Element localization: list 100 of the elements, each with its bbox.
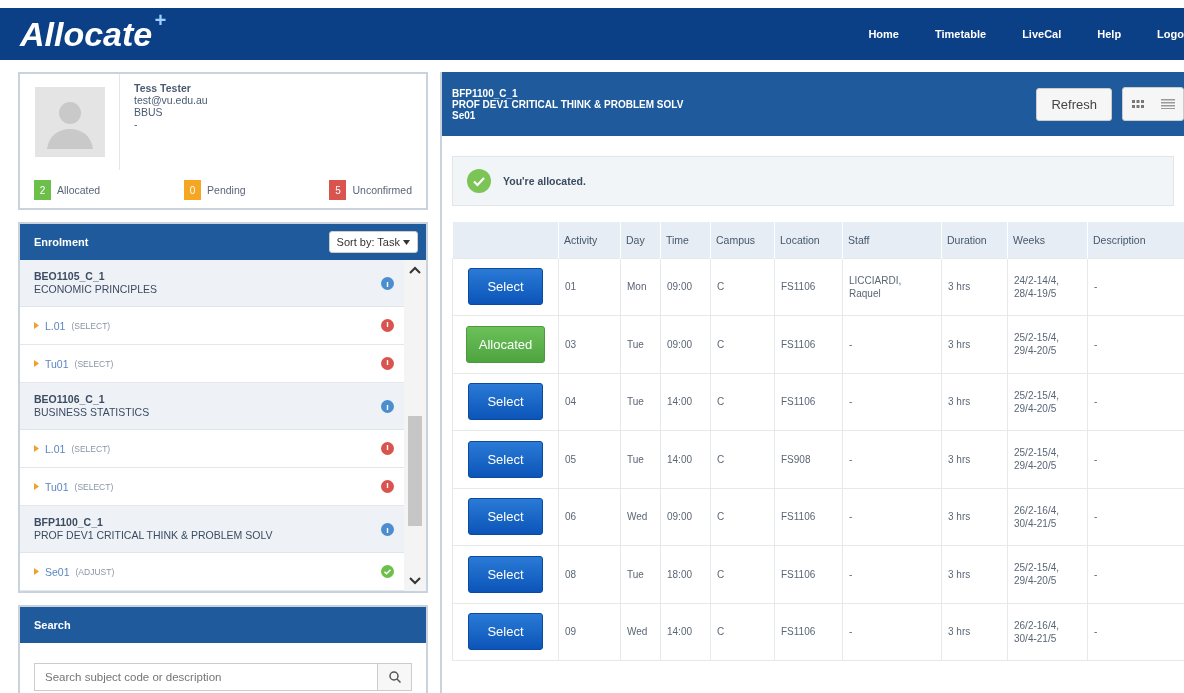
table-cell: 3 hrs — [941, 315, 1008, 373]
search-button[interactable] — [378, 663, 412, 691]
activity-code: L.01 — [45, 319, 66, 332]
count-badge: 2 — [34, 180, 51, 200]
table-cell: 3 hrs — [941, 258, 1008, 316]
table-cell: 3 hrs — [941, 488, 1008, 546]
course-row[interactable]: BFP1100_C_1 PROF DEV1 CRITICAL THINK & PROBLEM SOLV — [20, 506, 404, 553]
table-cell: 09:00 — [660, 258, 711, 316]
table-cell: 01 — [558, 258, 621, 316]
panel-title: Search — [34, 619, 71, 631]
table-cell: 05 — [558, 430, 621, 488]
select-button[interactable]: Select — [468, 498, 543, 536]
activity-code: L.01 — [45, 442, 66, 455]
table-cell: FS1106 — [774, 315, 843, 373]
table-cell: 25/2-15/4, 29/4-20/5 — [1007, 315, 1088, 373]
refresh-button[interactable]: Refresh — [1036, 87, 1112, 121]
column-header: Day — [620, 222, 661, 258]
activity-code: Tu01 — [45, 357, 69, 370]
table-cell: LICCIARDI, Raquel — [842, 258, 942, 316]
table-cell: 09:00 — [660, 315, 711, 373]
table-cell: Mon — [620, 258, 661, 316]
avatar-icon — [34, 87, 105, 157]
activity-code: Tu01 — [45, 480, 69, 493]
column-header: Location — [774, 222, 843, 258]
column-header: Weeks — [1007, 222, 1088, 258]
course-row[interactable]: BEO1105_C_1 ECONOMIC PRINCIPLES — [20, 260, 404, 307]
column-header: Description — [1087, 222, 1184, 258]
nav-link[interactable]: Timetable — [934, 28, 987, 40]
table-cell: - — [842, 373, 942, 431]
table-cell: FS1106 — [774, 488, 843, 546]
table-cell: 03 — [558, 315, 621, 373]
table-cell: C — [710, 315, 775, 373]
nav-link[interactable]: Help — [1097, 28, 1122, 40]
select-button[interactable]: Select — [468, 555, 543, 593]
nav-link[interactable]: LiveCal — [1022, 28, 1062, 40]
select-button[interactable]: Select — [468, 613, 543, 651]
activity-action: (SELECT) — [74, 481, 114, 492]
table-cell: 26/2-16/4, 30/4-21/5 — [1007, 603, 1088, 661]
table-cell: C — [710, 488, 775, 546]
column-header: Duration — [941, 222, 1008, 258]
table-cell: FS1106 — [774, 603, 843, 661]
triangle-icon — [34, 322, 39, 329]
table-cell: - — [1087, 258, 1184, 316]
table-cell: 14:00 — [660, 373, 711, 431]
select-button[interactable]: Select — [468, 383, 543, 421]
table-cell: 09:00 — [660, 488, 711, 546]
course-code: BEO1106_C_1 — [34, 393, 106, 406]
table-cell: C — [710, 545, 775, 603]
alert-message: You're allocated. — [503, 175, 586, 187]
select-button[interactable]: Select — [468, 268, 543, 306]
nav-link[interactable]: Home — [868, 28, 899, 40]
count-badge: 0 — [184, 180, 202, 200]
table-cell: C — [710, 373, 775, 431]
table-cell: 08 — [558, 545, 621, 603]
table-cell: FS1106 — [774, 373, 843, 431]
table-cell: 06 — [558, 488, 621, 546]
table-cell: C — [710, 258, 775, 316]
course-code: BFP1100_C_1 — [34, 516, 104, 529]
table-cell: 3 hrs — [941, 373, 1008, 431]
table-cell: 14:00 — [660, 430, 711, 488]
count-label: Pending — [207, 184, 246, 196]
table-cell: Tue — [620, 545, 661, 603]
table-cell: 26/2-16/4, 30/4-21/5 — [1007, 488, 1088, 546]
table-cell: 24/2-14/4, 28/4-19/5 — [1007, 258, 1088, 316]
table-cell: 3 hrs — [941, 545, 1008, 603]
table-cell: Wed — [620, 488, 661, 546]
list-icon — [1161, 99, 1175, 109]
activity-action: (SELECT) — [71, 320, 111, 331]
table-cell: C — [710, 603, 775, 661]
table-cell: 09 — [558, 603, 621, 661]
table-cell: Wed — [620, 603, 661, 661]
table-cell: - — [842, 315, 942, 373]
select-button[interactable]: Select — [468, 440, 543, 478]
sort-dropdown[interactable]: Sort by: Task — [328, 231, 418, 253]
table-cell: Tue — [620, 430, 661, 488]
detail-title: PROF DEV1 CRITICAL THINK & PROBLEM SOLV — [452, 98, 684, 110]
user-email: test@vu.edu.au — [134, 94, 208, 106]
course-row[interactable]: BEO1106_C_1 BUSINESS STATISTICS — [20, 383, 404, 430]
table-cell: 3 hrs — [941, 603, 1008, 661]
table-cell: 14:00 — [660, 603, 711, 661]
column-header: Campus — [710, 222, 775, 258]
caret-icon — [403, 239, 410, 245]
course-title: ECONOMIC PRINCIPLES — [34, 283, 159, 296]
table-cell: 25/2-15/4, 29/4-20/5 — [1007, 373, 1088, 431]
user-name: Tess Tester — [134, 82, 192, 94]
activity-action: (SELECT) — [74, 358, 114, 369]
panel-title: Enrolment — [34, 236, 89, 248]
check-icon — [467, 169, 491, 193]
scroll-up-icon[interactable] — [409, 266, 421, 274]
search-field[interactable]: Search subject code or description — [34, 663, 378, 691]
scroll-down-icon[interactable] — [409, 577, 421, 585]
table-cell: 04 — [558, 373, 621, 431]
detail-group: Se01 — [452, 109, 684, 121]
nav-link[interactable]: Logo — [1157, 28, 1184, 40]
grid-icon — [1132, 100, 1144, 108]
table-cell: - — [842, 545, 942, 603]
app-logo: Allocate+ — [20, 14, 166, 54]
scrollbar-thumb[interactable] — [408, 415, 422, 526]
detail-code: BFP1100_C_1 — [452, 87, 519, 99]
activity-code: Se01 — [45, 565, 70, 578]
